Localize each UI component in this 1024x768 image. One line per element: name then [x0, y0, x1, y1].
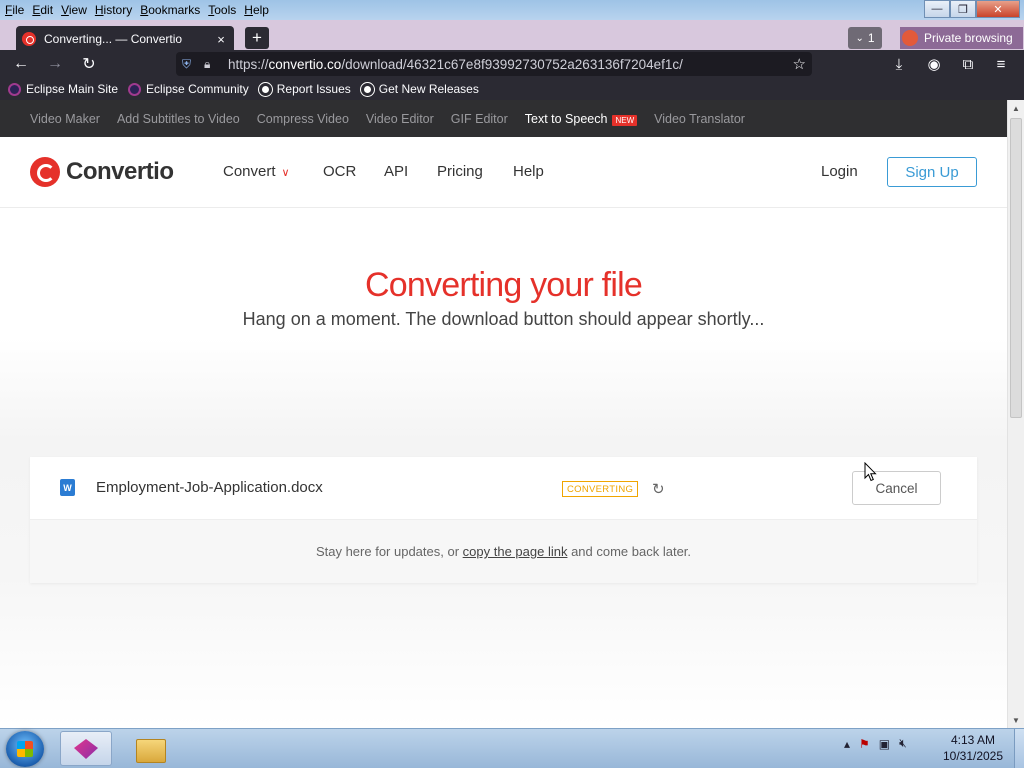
chevron-down-icon: ⌄ [855, 32, 864, 44]
taskbar-app-browser[interactable] [60, 731, 112, 766]
app-menu-button[interactable]: ≡ [990, 53, 1012, 75]
address-bar[interactable]: ⛨ 🔒︎ https://convertio.co/download/46321… [176, 52, 812, 76]
lock-icon[interactable]: 🔒︎ [204, 57, 220, 72]
link-video-maker[interactable]: Video Maker [30, 112, 100, 126]
arrow-left-icon: ← [13, 55, 29, 72]
copy-page-link[interactable]: copy the page link [463, 544, 568, 559]
scroll-up-icon[interactable]: ▲ [1008, 100, 1024, 116]
link-gif-editor[interactable]: GIF Editor [451, 112, 508, 126]
clock-time: 4:13 AM [950, 733, 996, 747]
forward-button[interactable]: → [44, 53, 66, 75]
bookmark-eclipse-main-site[interactable]: Eclipse Main Site [8, 82, 118, 96]
convertio-logo[interactable]: Convertio [30, 157, 174, 187]
link-video-editor[interactable]: Video Editor [366, 112, 434, 126]
status-badge: CONVERTING [562, 481, 639, 497]
show-desktop-button[interactable] [1014, 729, 1024, 768]
file-row: W Employment-Job-Application.docx CONVER… [30, 457, 977, 520]
network-icon[interactable]: ▣ [879, 737, 890, 751]
bookmark-get-new-releases[interactable]: Get New Releases [360, 82, 479, 96]
bookmark-star-icon[interactable]: ☆ [793, 55, 806, 73]
github-icon [360, 82, 374, 96]
convertio-favicon-icon [22, 32, 36, 46]
account-button[interactable]: ◉ [923, 53, 945, 75]
window-close-button[interactable]: ✕ [976, 0, 1020, 18]
reload-icon: ↻ [82, 56, 96, 73]
tab-title: Converting... — Convertio [44, 32, 183, 46]
site-header: Convertio Convert ∨ OCR API Pricing Help … [0, 137, 1007, 208]
taskbar-clock[interactable]: 4:13 AM 10/31/2025 [940, 732, 1006, 764]
system-tray: ▴ ⚑ ▣ 🔇︎ [844, 736, 907, 751]
site-tools-strip: Video Maker Add Subtitles to Video Compr… [0, 100, 1007, 137]
nav-convert[interactable]: Convert ∨ [223, 163, 290, 180]
page-title: Converting your file [365, 266, 643, 304]
page-subtitle: Hang on a moment. The download button sh… [242, 309, 765, 329]
menu-edit[interactable]: Edit [28, 3, 57, 17]
main-content: Converting your file Hang on a moment. T… [0, 208, 1007, 728]
tab-count: 1 [867, 31, 875, 45]
downloads-button[interactable]: ⤓ [888, 53, 910, 75]
signup-button[interactable]: Sign Up [887, 157, 977, 187]
scrollbar-thumb[interactable] [1010, 118, 1022, 418]
new-badge: NEW [612, 114, 638, 126]
back-button[interactable]: ← [10, 53, 32, 75]
link-text-to-speech[interactable]: Text to Speech NEW [525, 112, 638, 126]
tray-expand-icon[interactable]: ▴ [844, 737, 850, 751]
restore-button[interactable]: ❐ [950, 0, 976, 18]
scroll-down-icon[interactable]: ▼ [1008, 712, 1024, 728]
clock-date: 10/31/2025 [942, 749, 1004, 763]
private-mask-icon [902, 30, 918, 46]
menu-history[interactable]: History [91, 3, 136, 17]
mouse-cursor-icon [864, 462, 877, 482]
eclipse-icon [128, 82, 142, 96]
convertio-logo-icon [30, 157, 60, 187]
account-icon: ◉ [927, 56, 941, 73]
minimize-button[interactable]: — [924, 0, 950, 18]
nav-help[interactable]: Help [513, 163, 544, 180]
link-compress-video[interactable]: Compress Video [257, 112, 349, 126]
login-link[interactable]: Login [821, 163, 858, 180]
link-add-subtitles[interactable]: Add Subtitles to Video [117, 112, 240, 126]
menu-tools[interactable]: Tools [204, 3, 240, 17]
start-button[interactable] [6, 731, 44, 767]
download-icon: ⤓ [895, 55, 903, 73]
stay-message: Stay here for updates, or copy the page … [30, 520, 977, 583]
window-controls: — ❐ ✕ [924, 0, 1020, 18]
bookmark-eclipse-community[interactable]: Eclipse Community [128, 82, 249, 96]
word-document-icon: W [60, 479, 75, 496]
github-icon [258, 82, 272, 96]
eclipse-icon [8, 82, 21, 96]
nav-pricing[interactable]: Pricing [437, 163, 483, 180]
extensions-icon: ⧉ [962, 55, 974, 73]
chevron-down-icon: ∨ [281, 167, 290, 179]
tab-active[interactable]: Converting... — Convertio × [16, 26, 234, 52]
conversion-card: W Employment-Job-Application.docx CONVER… [30, 457, 977, 583]
menu-file[interactable]: File [0, 3, 28, 17]
bookmark-report-issues[interactable]: Report Issues [258, 82, 351, 96]
private-browsing-indicator: Private browsing [900, 27, 1023, 49]
bookmarks-toolbar: Eclipse Main Site Eclipse Community Repo… [0, 78, 1024, 100]
menu-help[interactable]: Help [240, 3, 273, 17]
menu-bookmarks[interactable]: Bookmarks [136, 3, 204, 17]
new-tab-button[interactable]: + [245, 27, 269, 49]
volume-muted-icon[interactable]: 🔇︎ [899, 736, 907, 751]
url-text: https://convertio.co/download/46321c67e8… [228, 56, 683, 72]
hamburger-menu-icon: ≡ [996, 55, 1006, 73]
tab-list-button[interactable]: ⌄ 1 [848, 27, 882, 49]
arrow-right-icon: → [47, 55, 63, 72]
menubar: File Edit View History Bookmarks Tools H… [0, 0, 273, 20]
link-video-translator[interactable]: Video Translator [654, 112, 745, 126]
refresh-spinner-icon: ↻ [652, 481, 665, 498]
nav-api[interactable]: API [384, 163, 408, 180]
tracking-shield-icon[interactable]: ⛨ [182, 57, 198, 72]
vertical-scrollbar[interactable]: ▲ ▼ [1007, 100, 1024, 728]
extensions-button[interactable]: ⧉ [957, 53, 979, 75]
file-name: Employment-Job-Application.docx [96, 479, 323, 496]
private-browsing-label: Private browsing [924, 31, 1013, 45]
taskbar-app-explorer[interactable] [124, 731, 176, 766]
nav-ocr[interactable]: OCR [323, 163, 356, 180]
action-center-icon[interactable]: ⚑ [859, 737, 870, 751]
menu-view[interactable]: View [57, 3, 91, 17]
tab-close-icon[interactable]: × [214, 32, 228, 47]
reload-button[interactable]: ↻ [78, 53, 100, 75]
